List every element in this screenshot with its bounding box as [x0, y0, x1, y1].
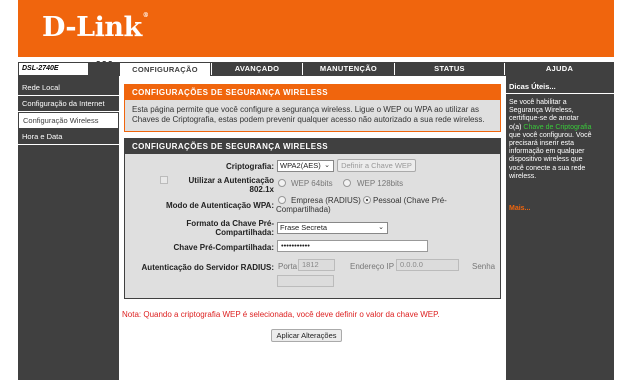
tab-configuracao[interactable]: CONFIGURAÇÃO: [119, 62, 211, 77]
psk-format-select[interactable]: Frase Secreta ⌄: [277, 222, 388, 234]
tab-manutencao[interactable]: MANUTENÇÃO: [302, 63, 394, 75]
header-bar: D-Link®: [18, 0, 614, 57]
sidebar: Rede Local Configuração da Internet Conf…: [18, 76, 119, 380]
auth-8021x-checkbox[interactable]: [160, 176, 168, 184]
help-text: Se você habilitar a Segurança Wireless, …: [509, 99, 592, 180]
psk-label: Chave Pré-Compartilhada:: [173, 243, 274, 252]
help-title: Dicas Úteis...: [509, 82, 556, 91]
wep64-label: WEP 64bits: [291, 179, 333, 188]
top-nav: DSL-2740E CONFIGURAÇÃO AVANÇADO MANUTENÇ…: [18, 61, 614, 77]
model-badge: DSL-2740E: [18, 62, 89, 76]
sidebar-item-hora-data[interactable]: Hora e Data: [18, 129, 119, 145]
chevron-down-icon: ⌄: [324, 162, 330, 169]
dlink-logo: D-Link®: [42, 12, 149, 43]
settings-title: CONFIGURAÇÕES DE SEGURANÇA WIRELESS: [125, 139, 500, 154]
encryption-label: Criptografia:: [226, 162, 274, 171]
radius-password-label: Senha: [472, 262, 496, 271]
psk-format-label: Formato da Chave Pré-Compartilhada:: [186, 219, 274, 237]
psk-input[interactable]: •••••••••••: [277, 240, 428, 252]
security-settings-panel: CONFIGURAÇÕES DE SEGURANÇA WIRELESS Crip…: [124, 138, 501, 299]
divider: [506, 93, 614, 94]
intro-title: CONFIGURAÇÕES DE SEGURANÇA WIRELESS: [125, 85, 500, 100]
radius-password-input[interactable]: [277, 275, 334, 287]
radius-ip-label: Endereço IP: [350, 262, 395, 271]
radius-label: Autenticação do Servidor RADIUS:: [141, 263, 274, 272]
wpa-mode-label: Modo de Autenticação WPA:: [166, 201, 274, 210]
wep-note: Nota: Quando a criptografia WEP é seleci…: [122, 310, 440, 319]
wpa-personal-label: Pessoal (Chave Pré-Compartilhada): [276, 196, 447, 214]
sidebar-item-wireless[interactable]: Configuração Wireless: [18, 112, 119, 129]
wep128-radio[interactable]: [343, 179, 351, 187]
help-highlight: Chave de Criptografia: [523, 123, 592, 131]
tab-status[interactable]: STATUS: [394, 63, 504, 75]
sidebar-item-rede-local[interactable]: Rede Local: [18, 76, 119, 96]
sidebar-item-internet[interactable]: Configuração da Internet: [18, 96, 119, 112]
main-content: CONFIGURAÇÕES DE SEGURANÇA WIRELESS Esta…: [119, 76, 506, 380]
encryption-select[interactable]: WPA2(AES) ⌄: [277, 160, 334, 172]
tab-avancado[interactable]: AVANÇADO: [211, 63, 302, 75]
intro-panel: CONFIGURAÇÕES DE SEGURANÇA WIRELESS Esta…: [124, 84, 501, 132]
wep64-radio[interactable]: [278, 179, 286, 187]
set-wep-key-button[interactable]: Definir a Chave WEP: [337, 159, 416, 172]
intro-description: Esta página permite que você configure a…: [132, 105, 485, 124]
wep128-label: WEP 128bits: [357, 179, 404, 188]
radius-port-input[interactable]: 1812: [298, 259, 335, 271]
auth-8021x-label: Utilizar a Autenticação 802.1x: [188, 176, 274, 194]
help-panel: Dicas Úteis... Se você habilitar a Segur…: [506, 76, 614, 380]
help-more-link[interactable]: Mais...: [509, 205, 530, 212]
radius-ip-input[interactable]: 0.0.0.0: [396, 259, 459, 271]
radius-port-label: Porta: [278, 262, 298, 271]
chevron-down-icon: ⌄: [378, 224, 384, 231]
tab-ajuda[interactable]: AJUDA: [504, 63, 614, 75]
apply-changes-button[interactable]: Aplicar Alterações: [271, 329, 342, 342]
